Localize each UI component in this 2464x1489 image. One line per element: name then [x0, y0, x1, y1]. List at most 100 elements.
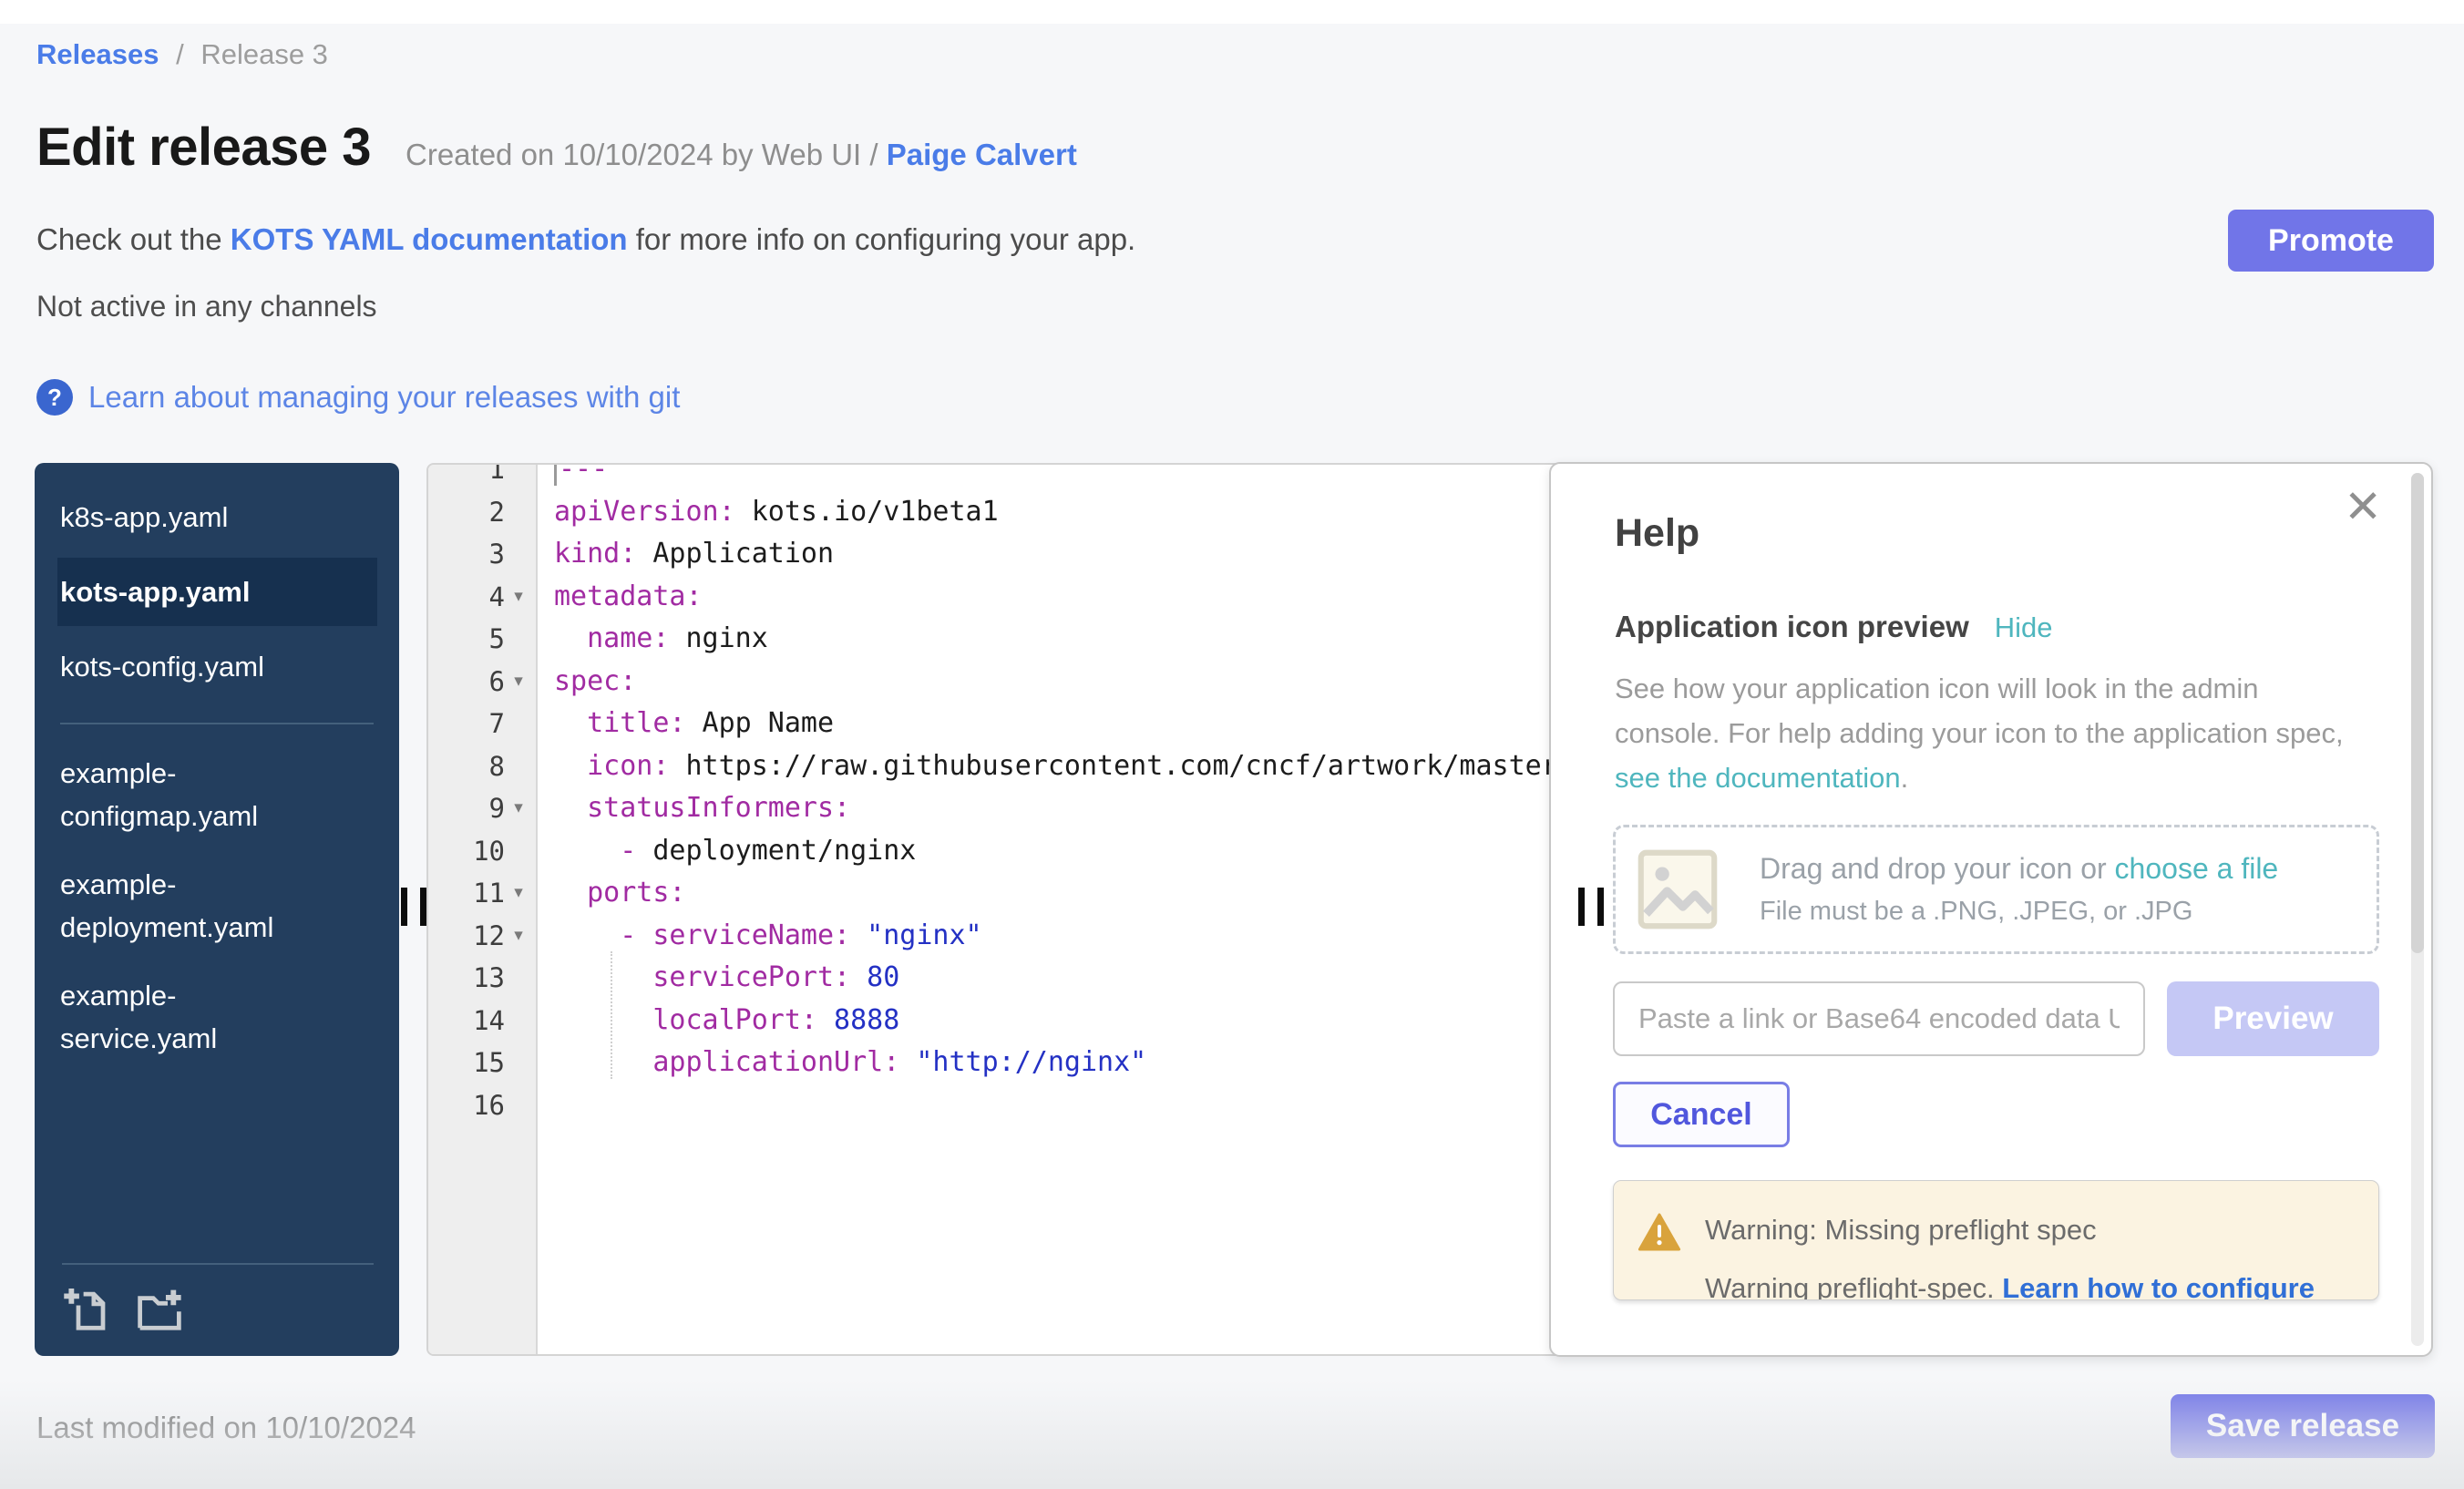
author-link[interactable]: Paige Calvert — [887, 138, 1077, 171]
icon-url-row: Preview — [1613, 981, 2379, 1056]
file-list-divider — [60, 723, 374, 724]
docs-suffix: for more info on configuring your app. — [628, 222, 1136, 256]
fold-arrow-icon[interactable]: ▾ — [505, 661, 532, 703]
created-text: Created on 10/10/2024 by Web UI / — [406, 138, 878, 171]
line-number: 4 — [489, 576, 505, 619]
code-line-4[interactable]: 4▾metadata: — [428, 576, 1559, 619]
created-info: Created on 10/10/2024 by Web UI / Paige … — [406, 138, 1077, 172]
line-number: 15 — [473, 1042, 505, 1084]
kots-yaml-docs-link[interactable]: KOTS YAML documentation — [231, 222, 628, 256]
code-line-9[interactable]: 9▾ statusInformers: — [428, 787, 1559, 830]
code-line-1[interactable]: 1--- — [428, 463, 1559, 491]
close-icon[interactable]: ✕ — [2344, 484, 2382, 529]
indent-guide — [611, 951, 612, 1079]
git-releases-link[interactable]: Learn about managing your releases with … — [88, 380, 680, 415]
breadcrumb-current: Release 3 — [200, 38, 328, 70]
see-documentation-link[interactable]: see the documentation — [1615, 762, 1901, 794]
icon-preview-title: Application icon preview — [1615, 610, 1969, 644]
save-release-button[interactable]: Save release — [2171, 1394, 2435, 1458]
code-line-13[interactable]: 13 servicePort: 80 — [428, 957, 1559, 1000]
preview-button[interactable]: Preview — [2167, 981, 2379, 1056]
code-line-2[interactable]: 2apiVersion: kots.io/v1beta1 — [428, 491, 1559, 534]
code-line-7[interactable]: 7 title: App Name — [428, 703, 1559, 745]
dropzone-text: Drag and drop your icon or choose a file — [1760, 852, 2278, 886]
promote-button[interactable]: Promote — [2228, 210, 2434, 272]
code-line-5[interactable]: 5 name: nginx — [428, 618, 1559, 661]
file-item-kots-app.yaml[interactable]: kots-app.yaml — [57, 558, 377, 626]
git-help-row: ? Learn about managing your releases wit… — [36, 379, 680, 416]
code-lines: 1---2apiVersion: kots.io/v1beta13kind: A… — [428, 463, 1559, 1126]
add-folder-icon[interactable] — [135, 1285, 184, 1334]
icon-url-input[interactable] — [1613, 981, 2145, 1056]
file-item-example-service.yaml[interactable]: example-service.yaml — [35, 961, 399, 1073]
channel-status: Not active in any channels — [36, 290, 377, 323]
code-line-15[interactable]: 15 applicationUrl: "http://nginx" — [428, 1042, 1559, 1084]
file-item-k8s-app.yaml[interactable]: k8s-app.yaml — [35, 483, 399, 551]
line-number: 1 — [489, 463, 505, 491]
code-line-10[interactable]: 10 - deployment/nginx — [428, 830, 1559, 873]
question-mark-icon: ? — [36, 379, 73, 416]
image-placeholder-icon — [1636, 847, 1720, 931]
line-number: 16 — [473, 1084, 505, 1127]
code-line-16[interactable]: 16 — [428, 1084, 1559, 1127]
fold-arrow-icon[interactable]: ▾ — [505, 787, 532, 830]
help-panel-title: Help — [1615, 511, 1699, 556]
breadcrumb-releases-link[interactable]: Releases — [36, 38, 159, 70]
line-number: 14 — [473, 1000, 505, 1042]
icon-dropzone[interactable]: Drag and drop your icon or choose a file… — [1613, 825, 2379, 954]
code-line-12[interactable]: 12▾ - serviceName: "nginx" — [428, 915, 1559, 958]
docs-line: Check out the KOTS YAML documentation fo… — [36, 222, 1135, 257]
title-row: Edit release 3 Created on 10/10/2024 by … — [36, 117, 1077, 178]
line-number: 5 — [489, 618, 505, 661]
file-item-kots-config.yaml[interactable]: kots-config.yaml — [35, 632, 399, 701]
breadcrumb: Releases / Release 3 — [36, 38, 328, 71]
sidebar-actions — [35, 1285, 399, 1334]
icon-preview-description: See how your application icon will look … — [1615, 666, 2371, 800]
pane-resize-handle-left[interactable] — [401, 888, 426, 926]
line-number: 8 — [489, 745, 505, 788]
help-panel-scrollbar[interactable] — [2411, 473, 2424, 1346]
icon-preview-section-header: Application icon preview Hide — [1615, 610, 2053, 644]
text-cursor — [554, 463, 557, 486]
pane-resize-handle-right[interactable] — [1578, 888, 1604, 926]
drag-drop-text: Drag and drop your icon or — [1760, 852, 2115, 885]
line-number: 6 — [489, 661, 505, 703]
warning-detail: Warning preflight-spec. Learn how to con… — [1705, 1272, 2315, 1300]
scrollbar-thumb[interactable] — [2411, 473, 2424, 953]
code-line-14[interactable]: 14 localPort: 8888 — [428, 1000, 1559, 1042]
fold-arrow-icon[interactable]: ▾ — [505, 915, 532, 958]
file-tree-sidebar: k8s-app.yaml kots-app.yamlkots-config.yam… — [35, 463, 399, 1356]
warning-title: Warning: Missing preflight spec — [1705, 1214, 2097, 1247]
sidebar-bottom — [35, 1263, 399, 1356]
code-line-11[interactable]: 11▾ ports: — [428, 872, 1559, 915]
line-number: 11 — [473, 872, 505, 915]
warning-triangle-icon — [1638, 1212, 1681, 1252]
fold-arrow-icon[interactable]: ▾ — [505, 872, 532, 915]
hide-link[interactable]: Hide — [1995, 611, 2053, 644]
learn-how-to-configure-link[interactable]: Learn how to configure — [2002, 1272, 2315, 1300]
choose-file-link[interactable]: choose a file — [2115, 852, 2279, 885]
preflight-warning-box: Warning: Missing preflight spec Warning … — [1613, 1180, 2379, 1300]
docs-prefix: Check out the — [36, 222, 231, 256]
yaml-editor[interactable]: 1---2apiVersion: kots.io/v1beta13kind: A… — [426, 463, 1561, 1356]
cancel-button[interactable]: Cancel — [1613, 1082, 1790, 1147]
line-number: 7 — [489, 703, 505, 745]
code-line-6[interactable]: 6▾spec: — [428, 661, 1559, 703]
file-item-example-deployment.yaml[interactable]: example-deployment.yaml — [35, 850, 399, 961]
fold-arrow-icon[interactable]: ▾ — [505, 576, 532, 619]
add-file-icon[interactable] — [62, 1285, 111, 1334]
line-number: 3 — [489, 533, 505, 576]
file-list-secondary: example-configmap.yamlexample-deployment… — [35, 734, 399, 1073]
page-title: Edit release 3 — [36, 117, 371, 178]
dropzone-text-block: Drag and drop your icon or choose a file… — [1760, 852, 2278, 927]
file-list-primary: k8s-app.yaml kots-app.yamlkots-config.yam… — [35, 463, 399, 701]
top-strip — [0, 0, 2464, 24]
release-editor-page: Releases / Release 3 Edit release 3 Crea… — [0, 0, 2464, 1489]
code-line-8[interactable]: 8 icon: https://raw.githubusercontent.co… — [428, 745, 1559, 788]
dropzone-hint: File must be a .PNG, .JPEG, or .JPG — [1760, 897, 2278, 927]
line-number: 9 — [489, 787, 505, 830]
line-number: 2 — [489, 491, 505, 534]
line-number: 10 — [473, 830, 505, 873]
file-item-example-configmap.yaml[interactable]: example-configmap.yaml — [35, 739, 399, 850]
code-line-3[interactable]: 3kind: Application — [428, 533, 1559, 576]
